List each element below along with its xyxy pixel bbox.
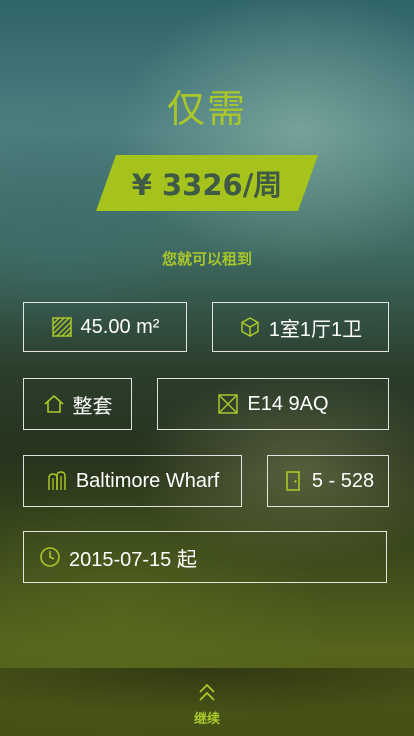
cube-icon	[239, 316, 261, 338]
date-value: 2015-07-15 起	[69, 548, 197, 571]
door-icon	[282, 470, 304, 492]
room-box: 5 - 528	[267, 455, 389, 507]
area-icon	[51, 316, 73, 338]
continue-button[interactable]: 继续	[0, 682, 414, 727]
clock-icon	[39, 546, 61, 568]
building-value: Baltimore Wharf	[75, 469, 220, 492]
home-icon	[43, 393, 65, 415]
subtitle: 您就可以租到	[161, 250, 252, 268]
rent-type-box: 整套	[23, 378, 132, 430]
room-value: 5 - 528	[311, 469, 375, 492]
date-box: 2015-07-15 起	[23, 531, 387, 583]
building-icon	[46, 470, 68, 492]
continue-label: 继续	[193, 712, 220, 727]
building-box: Baltimore Wharf	[23, 455, 242, 507]
layout-value: 1室1厅1卫	[268, 318, 363, 341]
postcode-icon	[217, 393, 239, 415]
area-box: 45.00 m²	[23, 302, 187, 352]
price-text: ¥ 3326/周	[131, 168, 283, 202]
postcode-box: E14 9AQ	[157, 378, 389, 430]
postcode-value: E14 9AQ	[247, 392, 329, 415]
layout-box: 1室1厅1卫	[212, 302, 389, 352]
rent-type-value: 整套	[72, 395, 113, 418]
double-chevron-up-icon	[196, 682, 218, 704]
area-value: 45.00 m²	[80, 315, 160, 338]
price-banner: ¥ 3326/周	[96, 155, 318, 211]
page-title: 仅需	[166, 87, 247, 131]
